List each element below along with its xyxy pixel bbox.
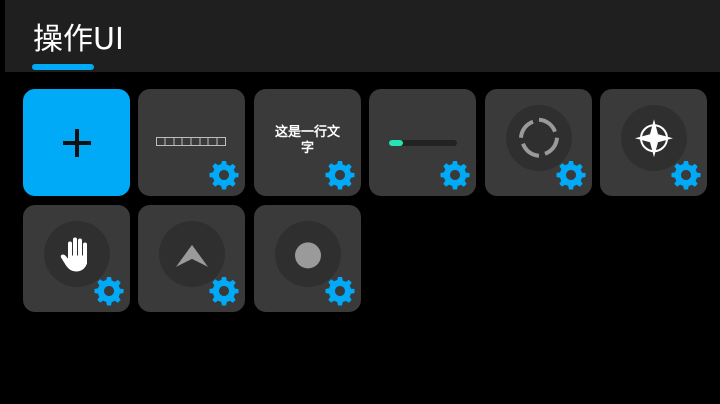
settings-gear-icon[interactable] <box>325 160 355 190</box>
arrow-up-icon <box>175 244 208 267</box>
settings-gear-icon[interactable] <box>556 160 586 190</box>
tile-text[interactable]: 这是一行文字 <box>254 89 361 196</box>
tile-compass[interactable] <box>600 89 707 196</box>
progress-fill <box>389 140 403 146</box>
tile-progress-bar[interactable] <box>369 89 476 196</box>
joystick-dot-icon <box>294 241 321 268</box>
tile-text-label: 这是一行文字 <box>274 125 340 156</box>
tile-segmented-bar[interactable] <box>138 89 245 196</box>
settings-gear-icon[interactable] <box>209 276 239 306</box>
progress-bar-icon <box>389 140 457 146</box>
settings-gear-icon[interactable] <box>440 160 470 190</box>
tile-hand[interactable] <box>23 205 130 312</box>
add-element-button[interactable] <box>23 89 130 196</box>
settings-gear-icon[interactable] <box>671 160 701 190</box>
plus-icon <box>23 89 130 196</box>
settings-gear-icon[interactable] <box>209 160 239 190</box>
segmented-bar-icon <box>156 137 226 146</box>
title-underline <box>32 64 94 70</box>
tile-crosshair[interactable] <box>485 89 592 196</box>
dashed-ring-icon <box>518 117 559 158</box>
page-title: 操作UI <box>33 22 124 57</box>
tile-joystick[interactable] <box>254 205 361 312</box>
header-bar: 操作UI <box>5 0 720 72</box>
hand-icon <box>60 236 87 271</box>
tile-arrow[interactable] <box>138 205 245 312</box>
compass-star-icon <box>634 118 673 157</box>
settings-gear-icon[interactable] <box>325 276 355 306</box>
settings-gear-icon[interactable] <box>94 276 124 306</box>
